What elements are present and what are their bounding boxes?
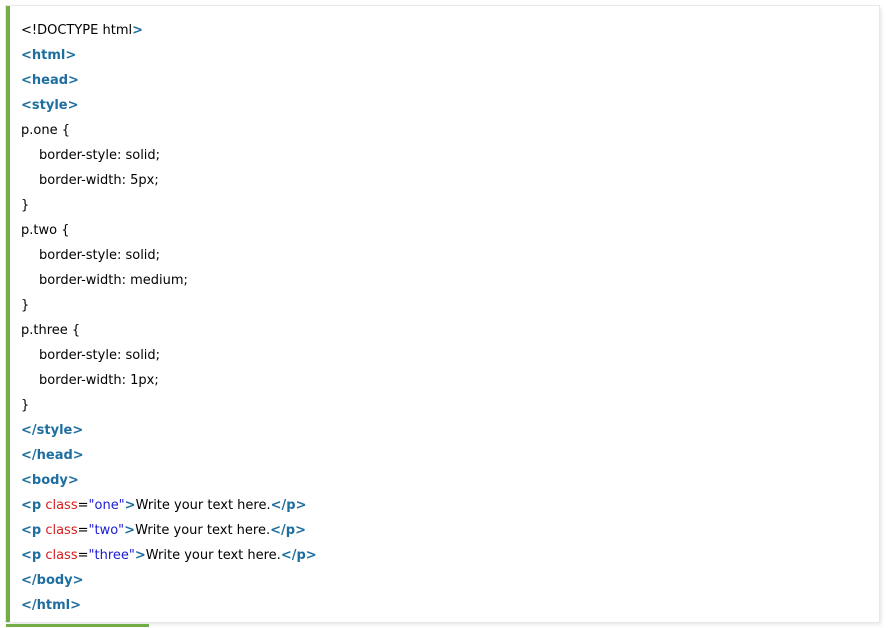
style-open-tag: <style>: [21, 98, 79, 113]
selector-three: p.three {: [21, 323, 81, 338]
code-line: }: [21, 393, 317, 418]
class-attribute: class: [41, 548, 78, 563]
p-close-tag: </p>: [270, 523, 306, 538]
code-line: <style>: [21, 93, 317, 118]
code-line: <html>: [21, 43, 317, 68]
code-line: border-width: medium;: [21, 268, 317, 293]
html-close-tag: </html>: [21, 598, 82, 613]
code-line: <head>: [21, 68, 317, 93]
code-line: <body>: [21, 468, 317, 493]
p-close-tag: </p>: [270, 498, 307, 513]
code-line: <p class="one">Write your text here.</p>: [21, 493, 317, 518]
paragraph-text: Write your text here.: [135, 498, 271, 513]
code-line: <!DOCTYPE html>: [21, 18, 317, 43]
code-listing: <!DOCTYPE html> <html> <head> <style> p.…: [21, 18, 317, 618]
code-line: </html>: [21, 593, 317, 618]
code-line: <p class="three">Write your text here.</…: [21, 543, 317, 568]
p-open-tag: <p: [21, 498, 42, 513]
declaration: border-width: 5px;: [39, 173, 159, 188]
selector-one: p.one {: [21, 123, 70, 138]
declaration: border-width: medium;: [39, 273, 188, 288]
code-line: <p class="two">Write your text here.</p>: [21, 518, 317, 543]
equals-sign: =: [77, 498, 89, 513]
body-open-tag: <body>: [21, 473, 79, 488]
code-line: p.two {: [21, 218, 317, 243]
p-open-tag: <p: [21, 548, 42, 563]
code-line: p.one {: [21, 118, 317, 143]
code-line: }: [21, 193, 317, 218]
closing-brace: }: [21, 398, 30, 413]
code-line: </body>: [21, 568, 317, 593]
closing-brace: }: [21, 198, 30, 213]
closing-brace: }: [21, 298, 30, 313]
html-open-tag: <html>: [21, 48, 77, 63]
style-close-tag: </style>: [21, 423, 84, 438]
tag-bracket: >: [124, 523, 136, 538]
class-attribute: class: [41, 498, 78, 513]
class-attribute: class: [41, 523, 78, 538]
paragraph-text: Write your text here.: [135, 523, 271, 538]
head-close-tag: </head>: [21, 448, 84, 463]
selector-two: p.two {: [21, 223, 70, 238]
doctype-text: <!DOCTYPE html: [21, 23, 133, 38]
bottom-accent-bar: [6, 624, 149, 627]
code-line: border-style: solid;: [21, 243, 317, 268]
code-line: p.three {: [21, 318, 317, 343]
tag-bracket: >: [124, 498, 136, 513]
p-open-tag: <p: [21, 523, 42, 538]
code-line: </head>: [21, 443, 317, 468]
declaration: border-width: 1px;: [39, 373, 159, 388]
code-line: border-width: 1px;: [21, 368, 317, 393]
attribute-value: "three": [88, 548, 135, 563]
tag-bracket: >: [134, 548, 146, 563]
declaration: border-style: solid;: [39, 148, 161, 163]
code-line: </style>: [21, 418, 317, 443]
equals-sign: =: [77, 548, 89, 563]
attribute-value: "two": [88, 523, 125, 538]
declaration: border-style: solid;: [39, 348, 161, 363]
equals-sign: =: [77, 523, 89, 538]
p-close-tag: </p>: [280, 548, 317, 563]
doctype-bracket: >: [132, 23, 144, 38]
attribute-value: "one": [88, 498, 125, 513]
declaration: border-style: solid;: [39, 248, 161, 263]
code-line: border-style: solid;: [21, 343, 317, 368]
code-line: }: [21, 293, 317, 318]
code-line: border-width: 5px;: [21, 168, 317, 193]
code-line: border-style: solid;: [21, 143, 317, 168]
head-open-tag: <head>: [21, 73, 79, 88]
paragraph-text: Write your text here.: [145, 548, 281, 563]
body-close-tag: </body>: [21, 573, 84, 588]
code-example-box: <!DOCTYPE html> <html> <head> <style> p.…: [6, 6, 879, 622]
